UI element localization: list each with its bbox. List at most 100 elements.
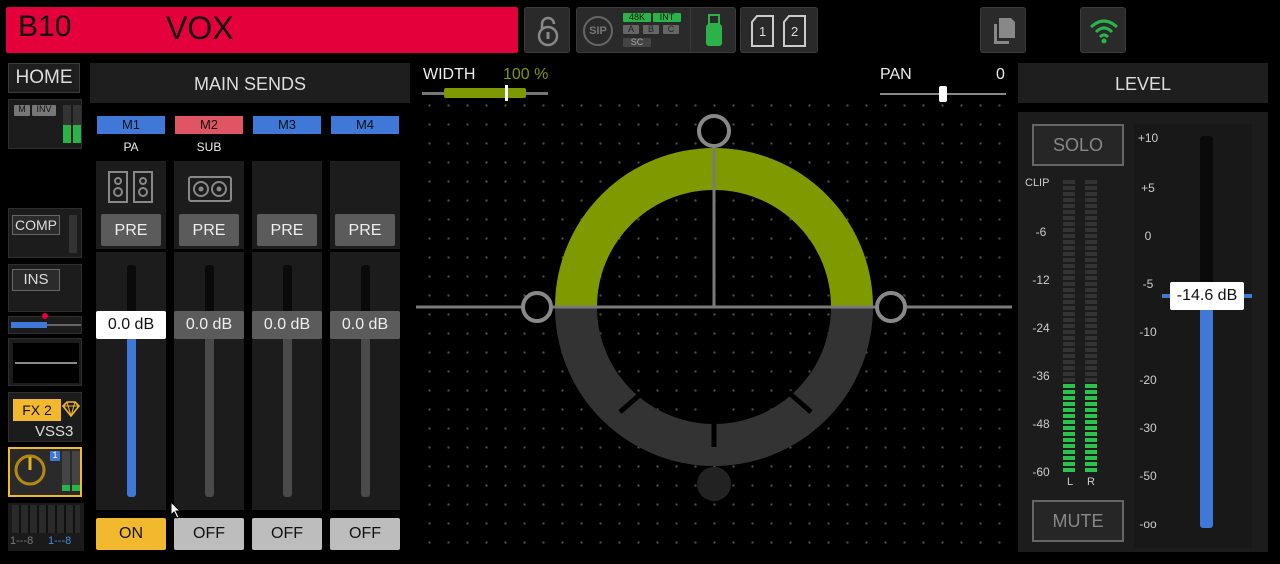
dyn-number-badge: 1	[50, 451, 60, 461]
level-meter-right	[1085, 180, 1099, 476]
sd-card-button[interactable]: 1 2	[740, 7, 818, 53]
unlock-icon	[537, 16, 559, 47]
usb-drive-icon	[706, 14, 722, 46]
comp-label: COMP	[12, 215, 60, 235]
fader-scale-label: -30	[1139, 421, 1157, 435]
send-fader-fill-m3	[283, 328, 292, 497]
fx-diamond-icon	[62, 401, 80, 417]
copy-icon	[994, 18, 1015, 44]
comp-gr-meter	[69, 215, 77, 253]
mini-pan-slider[interactable]	[8, 313, 82, 334]
pan-label: PAN	[880, 66, 912, 83]
send-level-m2[interactable]: 0.0 dB	[174, 311, 244, 339]
input-meter-left	[63, 105, 71, 143]
send-toggle-m1[interactable]: ON	[96, 518, 166, 550]
eq-section[interactable]	[8, 338, 82, 386]
fader-scale-label: -10	[1139, 325, 1157, 339]
clock-tag-int: INT	[653, 13, 681, 22]
pre-button-m2[interactable]: PRE	[179, 214, 239, 246]
pre-button-m1[interactable]: PRE	[101, 214, 161, 246]
subwoofer-icon	[188, 176, 232, 202]
input-invert-badge: INV	[32, 105, 56, 116]
eq-curve-display	[13, 343, 79, 383]
fader-scale-label: 0	[1144, 229, 1152, 243]
input-mono-badge: M	[14, 105, 30, 116]
clip-label: CLIP	[1025, 177, 1050, 189]
dyn-section[interactable]: 1	[8, 447, 82, 497]
knob-icon	[14, 454, 46, 486]
meter-scale-label: -12	[1032, 273, 1050, 287]
send-tab-m3[interactable]: M3	[253, 116, 321, 134]
left-width-handle	[521, 291, 553, 323]
ins-label: INS	[12, 269, 60, 291]
lock-button[interactable]	[524, 7, 570, 53]
pre-button-m4[interactable]: PRE	[335, 214, 395, 246]
channel-name: VOX	[166, 10, 234, 46]
pre-button-m3[interactable]: PRE	[257, 214, 317, 246]
send-toggle-m4[interactable]: OFF	[330, 518, 400, 550]
send-name-m1: PA	[123, 140, 139, 154]
stereo-panner[interactable]	[416, 92, 1016, 554]
solo-button[interactable]: SOLO	[1032, 124, 1124, 166]
mini-pan-handle	[42, 313, 48, 319]
right-width-handle	[875, 291, 907, 323]
meter-left-label: L	[1067, 476, 1074, 488]
meter-scale-label: -48	[1032, 417, 1050, 431]
main-level-fader[interactable]	[1200, 136, 1213, 528]
fader-scale-label: -50	[1139, 469, 1157, 483]
meter-scale-label: -6	[1035, 225, 1047, 239]
fx-label: FX 2	[13, 399, 61, 421]
home-button[interactable]: HOME	[8, 63, 80, 93]
sd-slot-2-label: 2	[791, 24, 799, 39]
clock-tag-48k: 48K	[623, 13, 651, 22]
bank-right-label: 1---8	[48, 535, 72, 547]
meter-scale-label: -36	[1032, 369, 1050, 383]
insert-section[interactable]: INS	[8, 264, 82, 312]
mouse-cursor-icon	[170, 501, 182, 519]
clock-tag-sc: SC	[623, 38, 651, 47]
width-label: WIDTH	[423, 66, 476, 83]
send-toggle-m2[interactable]: OFF	[174, 518, 244, 550]
send-tab-m4[interactable]: M4	[331, 116, 399, 134]
send-level-m4[interactable]: 0.0 dB	[330, 311, 400, 339]
level-meter-left	[1063, 180, 1077, 476]
send-toggle-m3[interactable]: OFF	[252, 518, 322, 550]
bank-left-label: 1---8	[10, 535, 34, 547]
meter-scale-label: -60	[1032, 465, 1050, 479]
fader-value-badge[interactable]: -14.6 dB	[1170, 282, 1244, 310]
center-handle	[697, 114, 731, 148]
channel-id: B10	[18, 10, 72, 43]
send-fader-fill-m4	[361, 328, 370, 497]
send-fader-fill-m2	[205, 328, 214, 497]
meter-right-label: R	[1087, 476, 1095, 488]
send-tab-m1[interactable]: M1	[97, 116, 165, 134]
width-value: 100 %	[503, 66, 549, 83]
clock-tag-a: A	[623, 25, 639, 34]
bank-selector[interactable]: 1---8 1---8	[8, 503, 84, 551]
mute-button[interactable]: MUTE	[1032, 500, 1124, 542]
fader-scale-label: -20	[1139, 373, 1157, 387]
fader-scale-label: -5	[1142, 277, 1154, 291]
wifi-icon	[1089, 19, 1119, 44]
level-title: LEVEL	[1018, 63, 1268, 103]
channel-name-bar[interactable]: B10 VOX	[6, 7, 518, 53]
panner-graphic	[416, 114, 1012, 501]
listener-position-dot	[697, 467, 731, 501]
clock-tag-b: B	[643, 25, 659, 34]
comp-section[interactable]: COMP	[8, 208, 82, 258]
speakers-icon	[108, 171, 153, 203]
send-name-m2: SUB	[196, 140, 222, 154]
input-section[interactable]: M INV	[8, 99, 82, 149]
send-tab-m2[interactable]: M2	[175, 116, 243, 134]
input-meter-right	[73, 105, 81, 143]
send-level-m3[interactable]: 0.0 dB	[252, 311, 322, 339]
fx-section[interactable]: FX 2 VSS3	[8, 392, 82, 442]
wifi-button[interactable]	[1080, 7, 1126, 53]
send-level-m1[interactable]: 0.0 dB	[96, 311, 166, 339]
copy-button[interactable]	[980, 7, 1026, 53]
send-fader-fill-m1	[127, 328, 136, 497]
usb-button[interactable]	[690, 7, 736, 53]
fader-scale-label: +5	[1141, 181, 1155, 195]
main-sends-title: MAIN SENDS	[90, 63, 410, 103]
sd-slot-1-label: 1	[759, 24, 767, 39]
